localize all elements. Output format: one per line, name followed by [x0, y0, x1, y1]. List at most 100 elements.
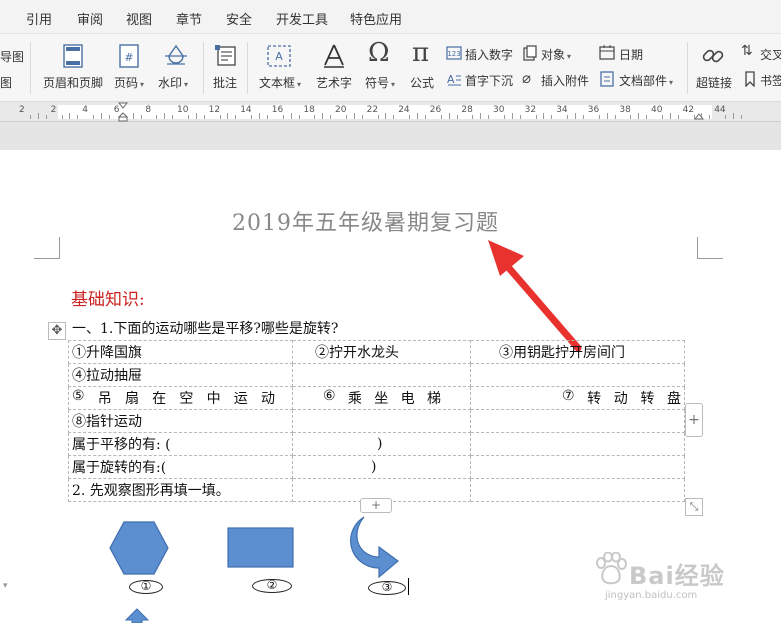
- table-cell[interactable]: [470, 478, 685, 502]
- table-row: 属于平移的有: ( ): [68, 432, 685, 456]
- table-cell[interactable]: [470, 455, 685, 479]
- question-1[interactable]: 一、1.下面的运动哪些是平移?哪些是旋转?: [72, 318, 338, 338]
- watermark-url: jingyan.baidu.com: [605, 590, 698, 601]
- table-cell[interactable]: [470, 432, 685, 456]
- ribbon-partial-mindmap[interactable]: 导图: [0, 48, 24, 65]
- right-indent-marker-icon[interactable]: [694, 113, 704, 122]
- table-cell[interactable]: 属于平移的有: (: [68, 432, 293, 456]
- ribbon-separator: [203, 42, 204, 94]
- ruler-tick: [101, 113, 102, 119]
- curved-arrow-shape[interactable]: [346, 513, 404, 583]
- table-cell[interactable]: 属于旋转的有:(: [68, 455, 293, 479]
- table-cell[interactable]: [292, 409, 471, 433]
- ruler-tick: [677, 115, 679, 119]
- menu-security[interactable]: 安全: [226, 9, 252, 28]
- table-move-handle-icon[interactable]: ✥: [48, 322, 66, 340]
- rectangle-shape[interactable]: [226, 527, 296, 569]
- add-column-button[interactable]: +: [685, 403, 703, 437]
- table-cell[interactable]: ③用钥匙拧开房间门: [470, 340, 685, 364]
- menu-chapter[interactable]: 章节: [176, 9, 202, 28]
- ruler-number: 28: [461, 105, 473, 115]
- section-heading[interactable]: 基础知识:: [71, 285, 145, 310]
- doc-parts-label: 文档部件 ▾: [619, 74, 674, 88]
- symbol-label: 符号 ▾: [365, 76, 396, 90]
- shape-label-1[interactable]: ①: [129, 580, 163, 594]
- table-cell[interactable]: [292, 363, 471, 387]
- ruler-number: 24: [398, 105, 410, 115]
- table-row: ④拉动抽屉: [68, 363, 685, 387]
- drop-cap-icon: A: [447, 73, 461, 86]
- paperclip-icon: ⌀: [522, 69, 532, 87]
- comment-label: 批注: [213, 76, 238, 90]
- ruler-number: 44: [714, 105, 726, 115]
- header-footer-label: 页眉和页脚: [43, 76, 104, 90]
- formula-label: 公式: [410, 76, 435, 90]
- table-resize-handle-icon[interactable]: ⤡: [685, 498, 703, 516]
- table-row: ⑧指针运动: [68, 409, 685, 433]
- menu-references[interactable]: 引用: [26, 9, 52, 28]
- menu-view[interactable]: 视图: [126, 9, 152, 28]
- ruler-number: 20: [335, 105, 347, 115]
- ruler-number: 36: [587, 105, 600, 115]
- ruler-number: 34: [556, 105, 568, 115]
- ruler-tick: [551, 115, 553, 119]
- menu-dev-tools[interactable]: 开发工具: [276, 9, 328, 28]
- ruler-tick: [543, 113, 545, 119]
- shape-label-2[interactable]: ②: [252, 579, 292, 593]
- bookmark-icon: [745, 71, 755, 87]
- ruler-tick: [417, 113, 418, 119]
- up-arrow-shape[interactable]: [124, 608, 150, 623]
- table-cell[interactable]: ①升降国旗: [68, 340, 293, 364]
- question-table[interactable]: ①升降国旗 ②拧开水龙头 ③用钥匙拧开房间门 ④拉动抽屉 ⑤ 吊 扇 在 空 中…: [68, 340, 685, 502]
- hexagon-shape[interactable]: [108, 520, 170, 576]
- table-cell[interactable]: ⑧指针运动: [68, 409, 293, 433]
- word-art-label: 艺术字: [316, 76, 353, 90]
- ribbon-partial-chart[interactable]: 图: [0, 74, 12, 91]
- ruler-tick: [598, 115, 600, 119]
- ruler-number: 2: [19, 105, 25, 115]
- page-number-icon: #: [119, 44, 139, 68]
- cell-text-part: ⑥: [323, 388, 336, 404]
- ruler-tick: [345, 115, 347, 119]
- table-cell[interactable]: ⑦ 转 动 转 盘: [470, 386, 685, 410]
- first-sink-label: 首字下沉: [465, 74, 514, 88]
- horizontal-ruler[interactable]: 2 2 4 6 8 10 12 14 16 18 20 22 24 26 28 30 32 34 36 38 40 42 4…: [0, 102, 781, 122]
- ruler-tick: [582, 115, 584, 119]
- page-number-label: 页码 ▾: [114, 76, 145, 90]
- ruler-tick: [488, 115, 490, 119]
- menu-special-apps[interactable]: 特色应用: [350, 9, 402, 28]
- table-cell[interactable]: ②拧开水龙头: [292, 340, 471, 364]
- table-row: 属于旋转的有:( ): [68, 455, 685, 479]
- document-title[interactable]: 2019年五年级暑期复习题: [232, 205, 499, 237]
- ruler-number: 8: [145, 105, 152, 115]
- table-cell[interactable]: ): [292, 455, 471, 479]
- cell-text-part: 空: [179, 391, 194, 407]
- ruler-tick: [448, 113, 450, 119]
- table-cell[interactable]: ⑥ 乘 坐 电 梯: [292, 386, 471, 410]
- ruler-number: 18: [303, 105, 315, 115]
- ruler-tick: [606, 113, 608, 119]
- ruler-tick: [164, 113, 166, 119]
- ribbon-separator: [687, 42, 688, 94]
- ruler-tick: [709, 115, 711, 119]
- table-cell[interactable]: [470, 409, 685, 433]
- add-row-button[interactable]: +: [360, 498, 392, 513]
- insert-attachment-label: 插入附件: [541, 74, 590, 88]
- table-cell[interactable]: ④拉动抽屉: [68, 363, 293, 387]
- table-cell[interactable]: [470, 363, 685, 387]
- menu-review[interactable]: 审阅: [77, 9, 103, 28]
- shape-label-3[interactable]: ③: [368, 581, 406, 595]
- ruler-number: 4: [82, 105, 88, 115]
- table-cell[interactable]: ⑤ 吊 扇 在 空 中 运 动: [68, 386, 293, 410]
- table-cell[interactable]: 2. 先观察图形再填一填。: [68, 478, 293, 502]
- ribbon: 导图 图 页眉和页脚 # 页码 ▾ 水印 ▾ 批注 A 文本框 ▾ 艺术字 Ω …: [0, 34, 781, 102]
- ruler-number: 40: [651, 105, 663, 115]
- ruler-tick: [575, 113, 576, 119]
- table-cell[interactable]: ): [292, 432, 471, 456]
- text-cursor: [408, 578, 409, 595]
- ruler-tick: [322, 113, 324, 119]
- header-footer-icon: [63, 44, 83, 68]
- ruler-tick: [638, 113, 640, 119]
- cell-text-part: 中: [206, 391, 221, 407]
- indent-marker-icon[interactable]: [118, 102, 128, 122]
